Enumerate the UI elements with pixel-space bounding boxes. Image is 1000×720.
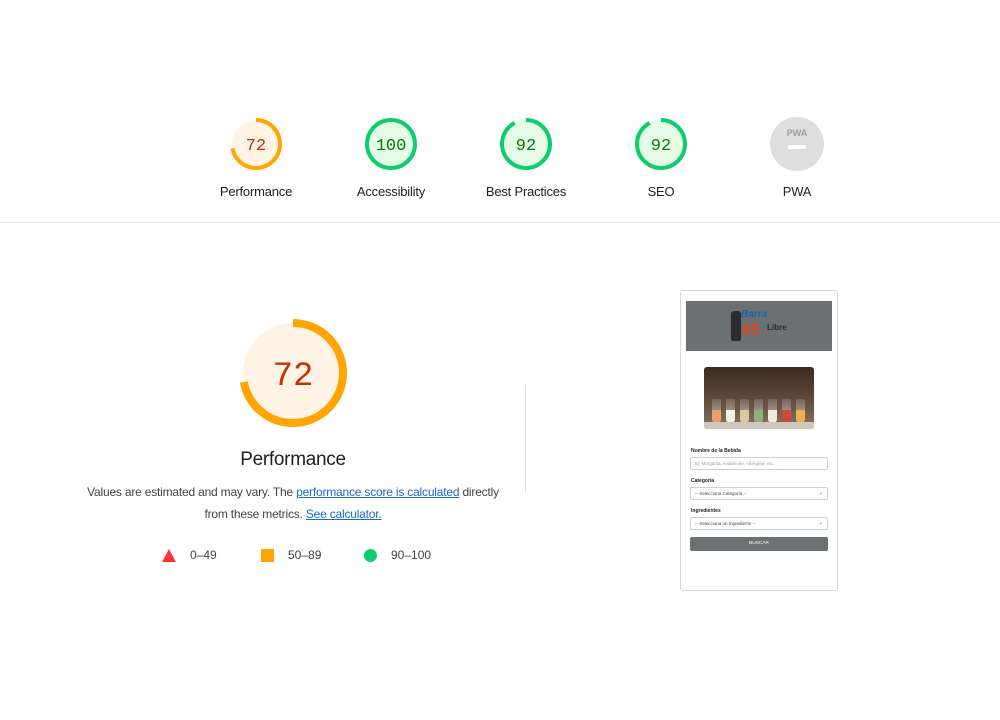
gauge-accessibility-ring: 100	[365, 118, 417, 170]
gauge-performance-ring: 72	[230, 118, 282, 170]
gauge-performance-label: Performance	[219, 184, 293, 199]
screenshot-ingredient-value: -- Selecciona un Ingrediente --	[695, 521, 756, 526]
gauge-best-practices[interactable]: 92 Best Practices	[466, 116, 586, 199]
gauge-accessibility[interactable]: 100 Accessibility	[331, 116, 451, 199]
gauge-performance-score: 72	[246, 137, 266, 156]
circle-icon	[364, 548, 377, 562]
performance-score-link[interactable]: performance score is calculated	[296, 485, 459, 499]
site-logo: Barra 45 Libre	[726, 309, 796, 345]
pwa-badge-text: PWA	[787, 128, 808, 138]
screenshot-label-ingredients: Ingredientes	[691, 508, 721, 514]
section-divider	[525, 385, 526, 493]
performance-big-score: 72	[273, 358, 314, 396]
triangle-icon	[162, 548, 176, 562]
performance-desc-prefix: Values are estimated and may vary. The	[87, 485, 297, 499]
gauge-pwa-label: PWA	[782, 184, 812, 199]
legend-fail: 0–49	[162, 548, 217, 562]
legend-average-range: 50–89	[288, 548, 322, 562]
square-icon	[261, 548, 274, 562]
chevron-down-icon: ⌄	[818, 520, 823, 526]
cocktails-photo	[704, 367, 814, 429]
performance-description: Values are estimated and may vary. The p…	[83, 481, 503, 525]
legend-pass: 90–100	[364, 548, 431, 562]
gauge-best-practices-score: 92	[516, 137, 536, 156]
see-calculator-link[interactable]: See calculator.	[306, 507, 382, 521]
gauge-seo-ring: 92	[635, 118, 687, 170]
performance-big-gauge: 72	[239, 319, 347, 427]
final-screenshot[interactable]: Barra 45 Libre Nombre de la Bebida Ej: M…	[680, 290, 838, 591]
pwa-badge-icon: PWA	[770, 117, 824, 171]
legend-fail-range: 0–49	[190, 548, 217, 562]
screenshot-category-value: -- Selecciona Categoría --	[695, 491, 747, 496]
gauge-best-practices-ring: 92	[500, 118, 552, 170]
screenshot-category-select: -- Selecciona Categoría -- ⌄	[690, 487, 828, 500]
legend-pass-range: 90–100	[391, 548, 432, 562]
logo-word-libre: Libre	[767, 323, 787, 332]
performance-title: Performance	[240, 449, 346, 470]
screenshot-label-category: Categoría	[691, 478, 715, 484]
chevron-down-icon: ⌄	[818, 490, 823, 496]
gauge-seo[interactable]: 92 SEO	[601, 116, 721, 199]
screenshot-search-button: BUSCAR	[690, 537, 828, 551]
gauge-pwa[interactable]: PWA PWA	[737, 116, 857, 199]
gauge-accessibility-label: Accessibility	[356, 184, 426, 199]
gauge-performance[interactable]: 72 Performance	[196, 116, 316, 199]
gauge-seo-score: 92	[651, 137, 671, 156]
header-divider	[0, 222, 1000, 223]
bottle-icon	[731, 311, 741, 341]
gauge-accessibility-score: 100	[376, 137, 407, 156]
screenshot-label-drink-name: Nombre de la Bebida	[691, 448, 741, 454]
logo-number: 45	[741, 320, 760, 339]
screenshot-drink-name-input: Ej: Margarita, Avalanche, Afterglow, etc…	[690, 457, 828, 470]
screenshot-header: Barra 45 Libre	[686, 301, 832, 351]
legend-average: 50–89	[261, 548, 321, 562]
gauge-best-practices-label: Best Practices	[485, 184, 567, 199]
category-gauges: 72 Performance 100 Accessibility 92 Best…	[0, 116, 1000, 206]
screenshot-ingredient-select: -- Selecciona un Ingrediente -- ⌄	[690, 517, 828, 530]
logo-word-barra: Barra	[741, 309, 768, 320]
gauge-seo-label: SEO	[647, 184, 675, 199]
